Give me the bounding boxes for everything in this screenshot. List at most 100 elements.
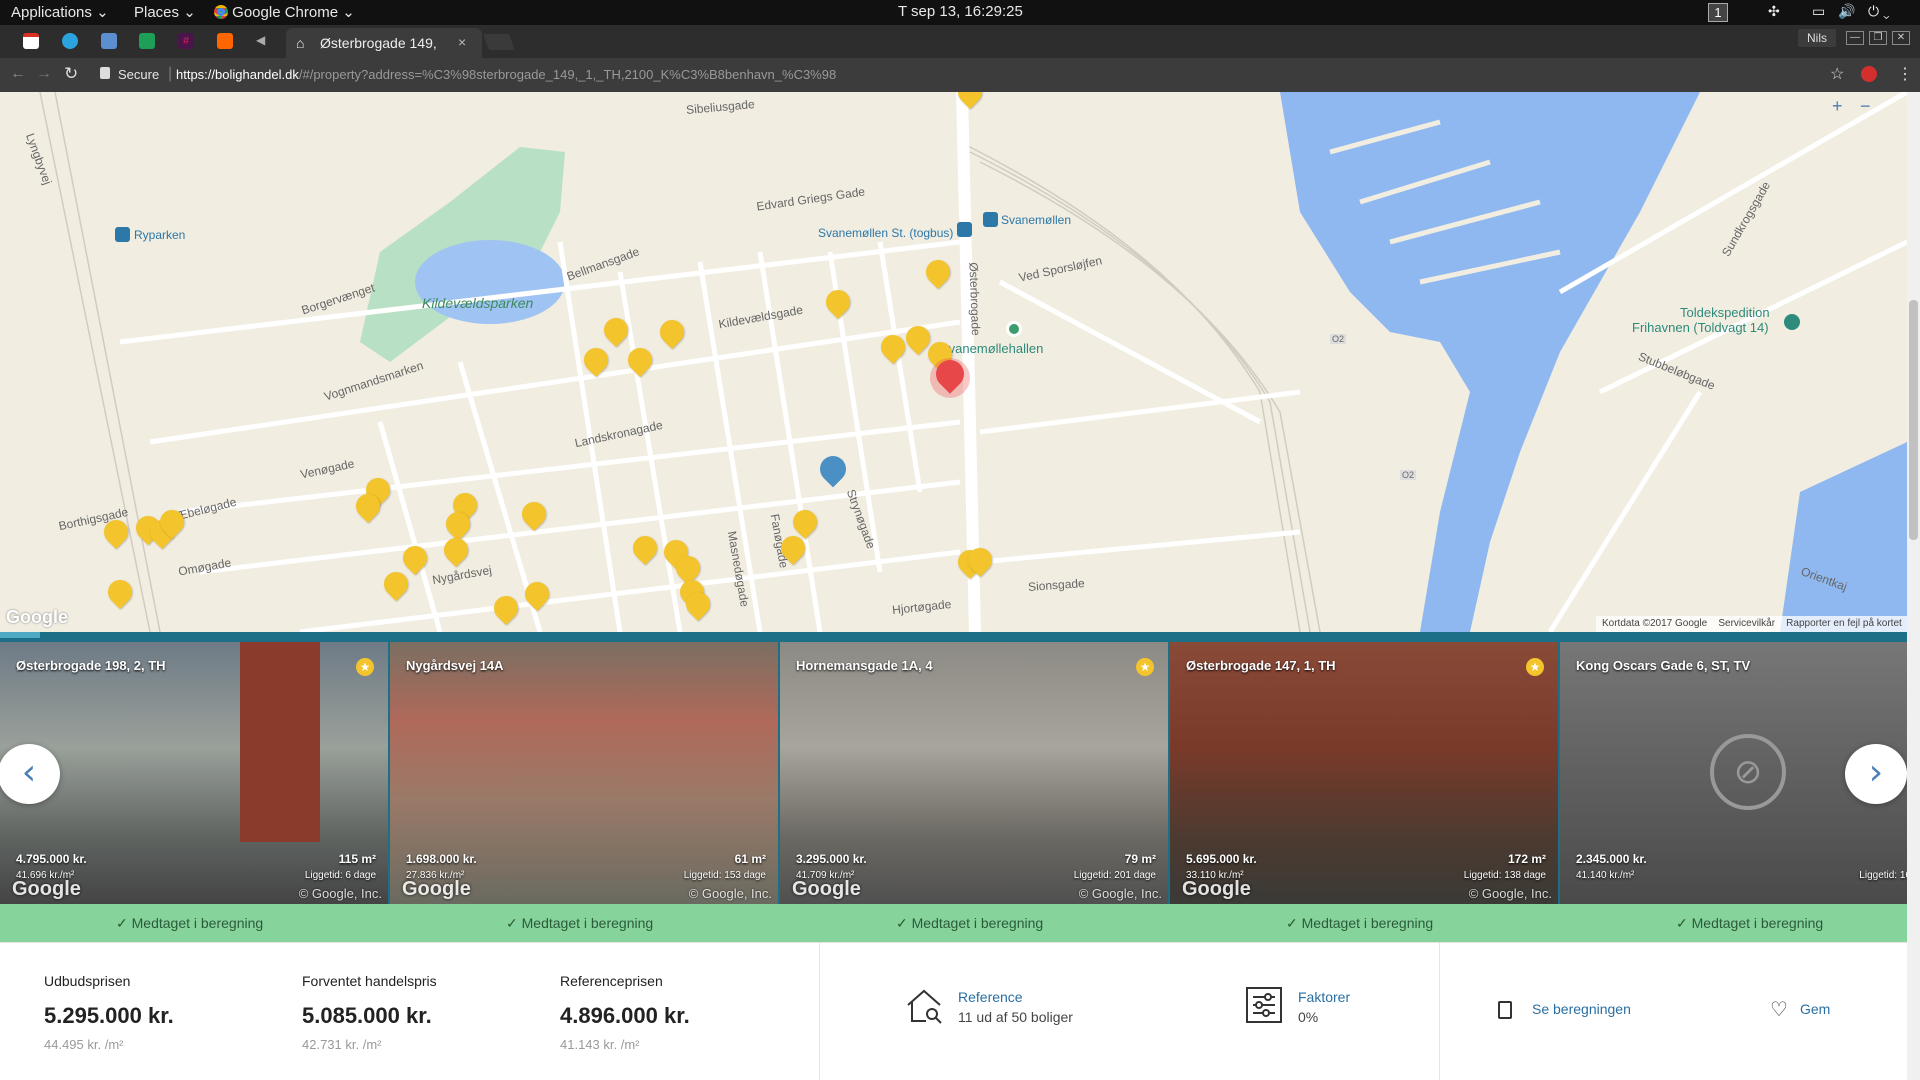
bus-stop-icon[interactable] <box>115 227 130 242</box>
places-menu[interactable]: Places ⌄ <box>134 3 196 21</box>
applications-menu[interactable]: Applications ⌄ <box>11 3 109 21</box>
card-days: Liggetid: 153 dage <box>683 870 766 881</box>
extension-shield-icon[interactable] <box>1861 66 1877 82</box>
bus-stop-icon[interactable] <box>957 222 972 237</box>
stat-sub: 44.495 kr. /m² <box>44 1037 124 1052</box>
property-card-4[interactable]: Østerbrogade 147, 1, TH ★ 5.695.000 kr. … <box>1170 642 1558 904</box>
card-copyright: © Google, Inc. <box>298 886 382 901</box>
grid-pinned-tab-icon[interactable] <box>101 33 117 49</box>
park-lake <box>415 240 565 324</box>
page-scrollbar[interactable] <box>1907 92 1920 1080</box>
se-beregningen-label: Se beregningen <box>1532 1001 1631 1017</box>
new-tab-button[interactable] <box>483 34 515 50</box>
card-area: 61 m² <box>734 852 766 866</box>
page-scrollbar-thumb[interactable] <box>1909 300 1918 540</box>
card-price: 5.695.000 kr. <box>1186 852 1257 866</box>
sheets-pinned-tab-icon[interactable] <box>139 33 155 49</box>
card-area: 115 m² <box>338 852 376 866</box>
included-toggle-3[interactable]: ✓ Medtaget i beregning <box>896 915 1043 932</box>
url-path: /#/property?address=%C3%98sterbrogade_14… <box>298 67 837 82</box>
map-view[interactable]: Kildevældsparken Ryparken Svanemøllen St… <box>0 92 1907 632</box>
customs-office-icon[interactable] <box>1784 314 1800 330</box>
active-tab[interactable]: ⌂ Østerbrogade 149, × <box>286 28 482 58</box>
restore-icon[interactable]: ❐ <box>1869 31 1887 45</box>
browser-address-bar: ← → ↻ Secure | https://bolighandel.dk/#/… <box>0 58 1920 92</box>
forward-icon[interactable]: → <box>36 65 52 83</box>
train-station-icon[interactable] <box>983 212 998 227</box>
property-card-2[interactable]: Nygårdsvej 14A 1.698.000 kr. 27.836 kr./… <box>390 642 778 904</box>
card-address: Hornemansgade 1A, 4 <box>796 658 933 673</box>
chevron-down-icon: ⌄ <box>183 4 196 21</box>
included-toggle-1[interactable]: ✓ Medtaget i beregning <box>116 915 263 932</box>
display-icon[interactable]: ▭ <box>1812 3 1825 20</box>
places-label: Places <box>134 4 180 21</box>
tab-title: Østerbrogade 149, <box>320 35 437 51</box>
card-days: Liggetid: 201 dage <box>1073 870 1156 881</box>
card-price-per-m2: 41.140 kr./m² <box>1576 870 1635 881</box>
label-toldekspedition[interactable]: Toldekspedition <box>1680 305 1770 320</box>
label-kildevaeldsparken: Kildevældsparken <box>422 295 534 311</box>
label-svanemollen-st[interactable]: Svanemøllen St. (togbus) <box>818 226 953 240</box>
card-days: Liggetid: 138 dage <box>1463 870 1546 881</box>
stat-value: 4.896.000 kr. <box>560 1003 690 1028</box>
minimize-icon[interactable]: — <box>1846 31 1864 45</box>
stat-referenceprisen: Referenceprisen 4.896.000 kr. 41.143 kr.… <box>560 973 690 1052</box>
label-osterbrogade: Østerbrogade <box>966 262 983 336</box>
browser-app-label: Google Chrome <box>232 4 339 21</box>
browser-app-menu[interactable]: Google Chrome ⌄ <box>214 3 355 21</box>
profile-button[interactable]: Nils <box>1798 29 1836 47</box>
gmail-pinned-tab-icon[interactable] <box>23 33 39 49</box>
applications-label: Applications <box>11 4 92 21</box>
card-price: 4.795.000 kr. <box>16 852 87 866</box>
chrome-icon <box>214 5 228 19</box>
attribution-report-link[interactable]: Rapporter en fejl på kortet <box>1786 618 1902 629</box>
tab-close-icon[interactable]: × <box>458 34 466 50</box>
power-icon[interactable]: ⏻ ⌄ <box>1868 3 1890 20</box>
zoom-in-button[interactable]: + <box>1832 96 1843 117</box>
card-price: 1.698.000 kr. <box>406 852 477 866</box>
divider <box>1439 943 1440 1080</box>
map-attribution: Kortdata ©2017 Google Servicevilkår Rapp… <box>1596 616 1907 632</box>
star-icon[interactable]: ★ <box>1526 658 1544 676</box>
label-svanemollehallen[interactable]: Svanemøllehallen <box>940 341 1043 356</box>
carousel-prev-button[interactable]: ‹ <box>0 744 60 804</box>
url-text[interactable]: https://bolighandel.dk/#/property?addres… <box>176 67 836 82</box>
included-toggle-4[interactable]: ✓ Medtaget i beregning <box>1286 915 1433 932</box>
close-window-icon[interactable]: ✕ <box>1892 31 1910 45</box>
bookmark-star-icon[interactable]: ☆ <box>1830 64 1844 84</box>
card-google-watermark: Google <box>1182 878 1251 900</box>
property-card-3[interactable]: Hornemansgade 1A, 4 ★ 3.295.000 kr. 41.7… <box>780 642 1168 904</box>
telegram-pinned-tab-icon[interactable] <box>62 33 78 49</box>
reload-icon[interactable]: ↻ <box>64 64 78 84</box>
card-address: Østerbrogade 198, 2, TH <box>16 658 166 673</box>
card-photo-building <box>240 642 320 842</box>
card-copyright: © Google, Inc. <box>1468 886 1552 901</box>
clock[interactable]: T sep 13, 16:29:25 <box>898 3 1023 20</box>
calculator-icon <box>1498 1001 1512 1019</box>
label-frihavnen[interactable]: Frihavnen (Toldvagt 14) <box>1632 320 1769 335</box>
menu-kebab-icon[interactable]: ⋮ <box>1897 64 1913 84</box>
volume-icon[interactable]: 🔊 <box>1838 3 1855 20</box>
included-toggle-2[interactable]: ✓ Medtaget i beregning <box>506 915 653 932</box>
slack-pinned-tab-icon[interactable]: # <box>178 33 194 49</box>
attribution-service-link[interactable]: Servicevilkår <box>1718 618 1775 629</box>
sports-hall-icon[interactable] <box>1006 321 1022 337</box>
workspace-indicator[interactable]: 1 <box>1708 3 1728 22</box>
back-icon[interactable]: ← <box>10 65 26 83</box>
card-days: Liggetid: 16 <box>1859 870 1907 881</box>
soundcloud-pinned-tab-icon[interactable] <box>217 33 233 49</box>
stat-label: Udbudsprisen <box>44 973 131 989</box>
star-icon[interactable]: ★ <box>356 658 374 676</box>
label-ryparken[interactable]: Ryparken <box>134 228 185 242</box>
carousel-next-button[interactable]: › <box>1845 744 1907 804</box>
speaker-pinned-tab-icon[interactable]: ◀ <box>256 33 272 49</box>
google-map-logo[interactable]: Google <box>6 607 68 628</box>
card-address: Østerbrogade 147, 1, TH <box>1186 658 1336 673</box>
star-icon[interactable]: ★ <box>1136 658 1154 676</box>
label-svanemollen[interactable]: Svanemøllen <box>1001 213 1071 227</box>
included-toggle-5[interactable]: ✓ Medtaget i beregning <box>1676 915 1823 932</box>
puzzle-icon[interactable]: ✣ <box>1768 3 1780 20</box>
zoom-out-button[interactable]: − <box>1860 96 1871 117</box>
stat-udbudsprisen: Udbudsprisen 5.295.000 kr. 44.495 kr. /m… <box>44 973 174 1052</box>
card-address: Nygårdsvej 14A <box>406 658 504 673</box>
